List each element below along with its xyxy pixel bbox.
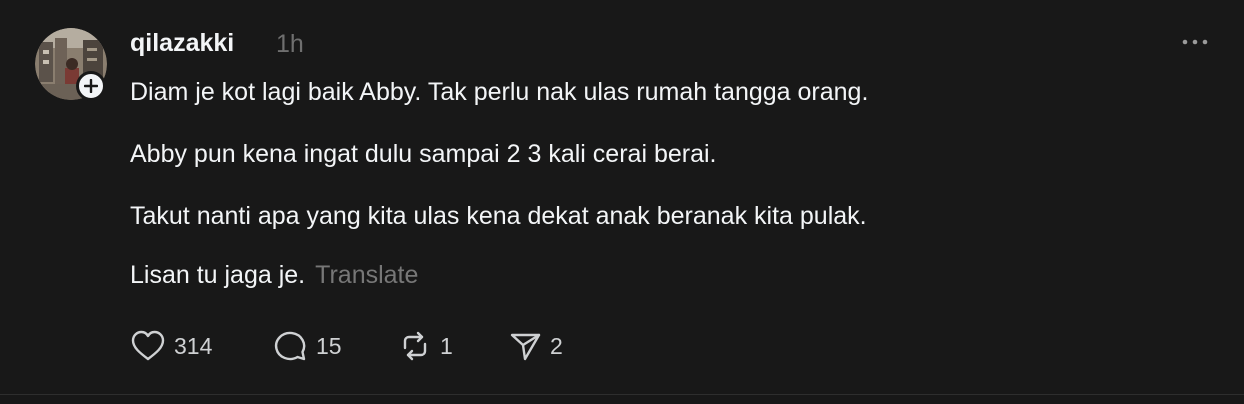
more-horizontal-icon [1182, 39, 1208, 45]
reply-button[interactable]: 15 [272, 329, 342, 363]
post-text-last-line: Lisan tu jaga je. Translate [130, 259, 418, 291]
share-button[interactable]: 2 [508, 329, 563, 363]
post-text-paragraph: Lisan tu jaga je. [130, 261, 306, 289]
thread-post: qilazakki 1h Diam je kot lagi baik Abby.… [0, 0, 1244, 395]
share-count: 2 [550, 333, 563, 359]
avatar-container [35, 28, 107, 101]
more-options-button[interactable] [1180, 34, 1210, 50]
like-count: 314 [174, 333, 213, 359]
username-link[interactable]: qilazakki [130, 28, 234, 58]
heart-icon [131, 330, 165, 361]
like-button[interactable]: 314 [130, 329, 212, 363]
send-icon [510, 333, 541, 361]
speech-bubble-icon [274, 331, 306, 361]
plus-icon [84, 79, 98, 93]
translate-link[interactable]: Translate [315, 261, 418, 289]
post-text-paragraph: Takut nanti apa yang kita ulas kena deka… [130, 202, 867, 230]
post-divider [0, 394, 1244, 395]
follow-button[interactable] [76, 71, 106, 101]
post-text-paragraph: Abby pun kena ingat dulu sampai 2 3 kali… [130, 140, 717, 168]
post-text-paragraph: Diam je kot lagi baik Abby. Tak perlu na… [130, 78, 869, 106]
reply-count: 15 [316, 333, 342, 359]
post-timestamp: 1h [276, 30, 304, 58]
repost-icon [403, 331, 427, 361]
repost-count: 1 [440, 333, 453, 359]
repost-button[interactable]: 1 [398, 329, 453, 363]
